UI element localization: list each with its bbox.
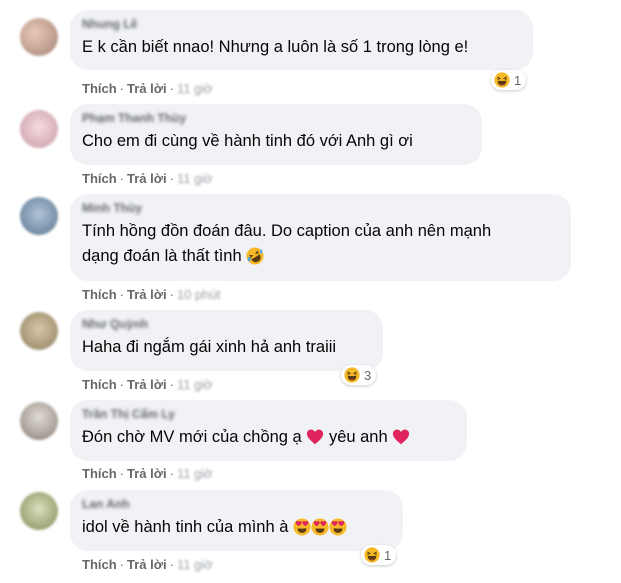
reaction-count: 1 (384, 547, 392, 563)
comment-text: Cho em đi cùng về hành tinh đó với Anh g… (82, 132, 413, 150)
comment-text-line-2: dạng đoán là thất tình (82, 247, 242, 265)
avatar[interactable] (20, 402, 58, 440)
comment-bubble: Minh Thùy Tính hồng đồn đoán đâu. Do cap… (70, 194, 571, 281)
timestamp[interactable]: 10 phút (177, 287, 220, 302)
heart-eyes-emoji (329, 518, 347, 536)
reaction-badge[interactable]: 1 (491, 70, 527, 90)
haha-icon (494, 72, 510, 88)
avatar[interactable] (20, 197, 58, 235)
timestamp[interactable]: 11 giờ (177, 171, 213, 186)
comment-actions: Thích · Trả lời · 11 giờ (82, 466, 213, 482)
avatar[interactable] (20, 492, 58, 530)
reply-button[interactable]: Trả lời (127, 81, 167, 96)
comment-text: Haha đi ngắm gái xinh hả anh traiii (82, 338, 337, 356)
commenter-name[interactable]: Minh Thùy (82, 201, 559, 215)
comment-bubble: Như Quỳnh Haha đi ngắm gái xinh hả anh t… (70, 310, 383, 371)
separator: · (119, 557, 125, 572)
comment-text: Đón chờ MV mới của chồng ạ yêu anh (82, 425, 455, 450)
commenter-name[interactable]: Nhung Lê (82, 17, 521, 31)
separator: · (169, 557, 174, 572)
separator: · (119, 287, 125, 302)
comment-actions: Thích · Trả lời · 11 giờ (82, 171, 213, 187)
separator: · (169, 466, 174, 481)
separator: · (119, 377, 125, 392)
comment-text: E k cần biết nnao! Nhưng a luôn là số 1 … (82, 38, 469, 56)
like-button[interactable]: Thích (82, 466, 117, 481)
comment-text-line-1: Tính hồng đồn đoán đâu. Do caption của a… (82, 222, 492, 240)
reaction-badge[interactable]: 3 (341, 365, 377, 385)
comment-bubble: Nhung Lê E k cần biết nnao! Nhưng a luôn… (70, 10, 533, 70)
commenter-name[interactable]: Như Quỳnh (82, 317, 371, 331)
timestamp[interactable]: 11 giờ (177, 377, 213, 392)
comment-text-part-1: Đón chờ MV mới của chồng ạ (82, 428, 302, 446)
comment-actions: Thích · Trả lời · 11 giờ (82, 81, 213, 97)
reply-button[interactable]: Trả lời (127, 466, 167, 481)
haha-icon (364, 547, 380, 563)
commenter-name[interactable]: Lan Anh (82, 497, 391, 511)
separator: · (169, 81, 174, 96)
rofl-emoji (246, 247, 264, 265)
commenter-name[interactable]: Trần Thị Cẩm Ly (82, 407, 455, 421)
comment-text: idol về hành tinh của mình à (82, 515, 391, 540)
heart-eyes-emoji (311, 518, 329, 536)
reaction-count: 1 (514, 72, 522, 88)
haha-icon (344, 367, 360, 383)
like-button[interactable]: Thích (82, 557, 117, 572)
separator: · (119, 466, 125, 481)
comment-text-part-2: yêu anh (328, 428, 388, 446)
comment-bubble: Lan Anh idol về hành tinh của mình à (70, 490, 403, 551)
comment-actions: Thích · Trả lời · 10 phút (82, 287, 220, 303)
comment-actions: Thích · Trả lời · 11 giờ (82, 557, 213, 573)
heart-eyes-emoji (293, 518, 311, 536)
timestamp[interactable]: 11 giờ (177, 557, 213, 572)
comment-bubble: Phạm Thanh Thùy Cho em đi cùng về hành t… (70, 104, 482, 165)
commenter-name[interactable]: Phạm Thanh Thùy (82, 111, 470, 125)
reply-button[interactable]: Trả lời (127, 171, 167, 186)
timestamp[interactable]: 11 giờ (177, 466, 213, 481)
comment-bubble: Trần Thị Cẩm Ly Đón chờ MV mới của chồng… (70, 400, 467, 461)
reaction-count: 3 (364, 367, 372, 383)
comment-text-body: idol về hành tinh của mình à (82, 518, 289, 536)
reply-button[interactable]: Trả lời (127, 377, 167, 392)
separator: · (169, 287, 174, 302)
timestamp[interactable]: 11 giờ (177, 81, 213, 96)
separator: · (169, 171, 174, 186)
avatar[interactable] (20, 110, 58, 148)
reply-button[interactable]: Trả lời (127, 557, 167, 572)
separator: · (169, 377, 174, 392)
separator: · (119, 81, 125, 96)
like-button[interactable]: Thích (82, 171, 117, 186)
avatar[interactable] (20, 312, 58, 350)
red-heart-emoji (306, 428, 324, 446)
like-button[interactable]: Thích (82, 287, 117, 302)
comment-actions: Thích · Trả lời · 11 giờ (82, 377, 213, 393)
comment-text: Tính hồng đồn đoán đâu. Do caption của a… (82, 219, 559, 269)
reply-button[interactable]: Trả lời (127, 287, 167, 302)
like-button[interactable]: Thích (82, 377, 117, 392)
avatar[interactable] (20, 18, 58, 56)
red-heart-emoji (392, 428, 410, 446)
like-button[interactable]: Thích (82, 81, 117, 96)
separator: · (119, 171, 125, 186)
reaction-badge[interactable]: 1 (361, 545, 397, 565)
